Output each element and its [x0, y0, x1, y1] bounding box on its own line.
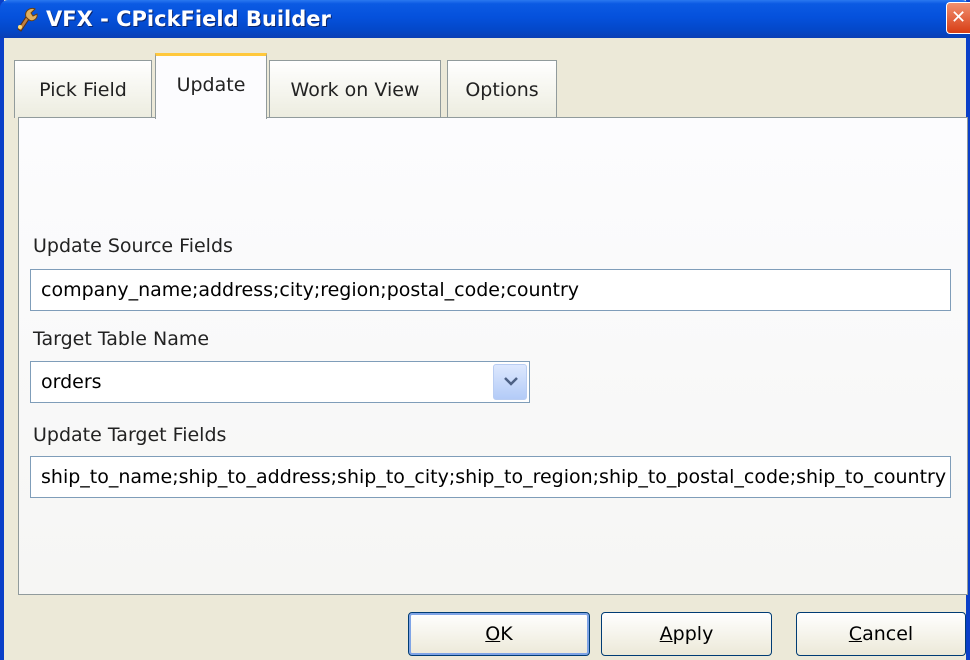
- ok-button-label: K: [500, 623, 513, 645]
- title-bar[interactable]: VFX - CPickField Builder ✕: [0, 0, 970, 38]
- chevron-down-icon: [504, 377, 518, 386]
- update-target-fields-label: Update Target Fields: [33, 424, 227, 446]
- tab-work-on-view[interactable]: Work on View: [269, 60, 441, 118]
- update-source-fields-input[interactable]: company_name;address;city;region;postal_…: [30, 269, 951, 311]
- update-source-fields-label: Update Source Fields: [33, 235, 233, 257]
- cancel-button-mnemonic: C: [848, 623, 863, 645]
- cancel-button-label: ancel: [862, 623, 914, 645]
- dialog-window: VFX - CPickField Builder ✕ Pick Field Up…: [0, 0, 970, 660]
- apply-button-label: pply: [672, 623, 714, 645]
- window-title: VFX - CPickField Builder: [46, 7, 331, 31]
- target-table-name-value: orders: [41, 371, 102, 393]
- tab-update[interactable]: Update: [155, 53, 267, 119]
- close-icon: ✕: [950, 7, 967, 28]
- cancel-button[interactable]: Cancel: [796, 612, 966, 656]
- target-table-name-select[interactable]: orders: [30, 361, 530, 403]
- tab-strip: Pick Field Update Work on View Options: [4, 38, 966, 119]
- apply-button[interactable]: Apply: [601, 612, 772, 656]
- dropdown-button[interactable]: [493, 364, 527, 400]
- ok-button-mnemonic: O: [485, 623, 501, 645]
- update-tab-panel: Update Source Fields company_name;addres…: [18, 117, 968, 595]
- close-button[interactable]: ✕: [946, 2, 970, 34]
- target-table-name-label: Target Table Name: [33, 328, 210, 350]
- update-target-fields-input[interactable]: ship_to_name;ship_to_address;ship_to_cit…: [30, 456, 951, 498]
- app-icon: [12, 5, 40, 33]
- tab-options[interactable]: Options: [447, 60, 557, 118]
- apply-button-mnemonic: A: [659, 623, 673, 645]
- tab-pick-field[interactable]: Pick Field: [14, 60, 152, 118]
- ok-button[interactable]: OK: [408, 612, 590, 656]
